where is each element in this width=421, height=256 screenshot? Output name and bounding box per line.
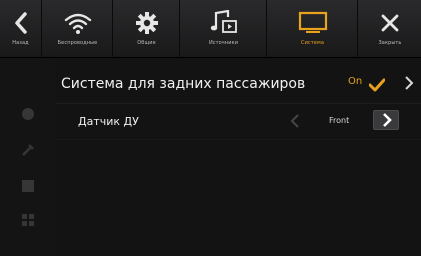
setting-value: On xyxy=(348,76,363,87)
tab-close[interactable]: Закрыть xyxy=(359,0,421,58)
tool-icon xyxy=(22,144,34,156)
chevron-right-icon xyxy=(405,76,414,90)
setting-value: Front xyxy=(329,116,350,125)
tab-label: Назад xyxy=(12,40,29,46)
settings-screen: Назад Беспроводные Общие Источники Систе… xyxy=(0,0,421,256)
tab-label: Общие xyxy=(137,40,156,46)
tab-sources[interactable]: Источники xyxy=(181,0,267,58)
music-source-icon xyxy=(210,10,237,33)
tab-system[interactable]: Система xyxy=(268,0,358,58)
setting-label: Датчик ДУ xyxy=(78,115,139,128)
top-navigation-bar: Назад Беспроводные Общие Источники Систе… xyxy=(0,0,421,58)
back-icon xyxy=(14,12,27,34)
close-icon xyxy=(381,14,399,32)
chevron-right-icon xyxy=(383,113,392,127)
grid-icon xyxy=(22,214,34,226)
next-button[interactable] xyxy=(373,110,399,130)
tab-wireless[interactable]: Беспроводные xyxy=(43,0,113,58)
tab-label: Беспроводные xyxy=(57,40,98,46)
settings-list: Система для задних пассажиров On Датчик … xyxy=(56,58,421,256)
gear-icon xyxy=(135,12,158,34)
tab-back[interactable]: Назад xyxy=(0,0,42,58)
setting-row-rear-system[interactable]: Система для задних пассажиров On xyxy=(56,68,421,104)
tab-label: Источники xyxy=(208,40,239,46)
list-icon xyxy=(22,180,34,192)
checkmark-icon xyxy=(369,78,385,92)
tab-general[interactable]: Общие xyxy=(114,0,180,58)
tab-label: Система xyxy=(300,40,324,46)
previous-button[interactable] xyxy=(284,110,306,132)
setting-label: Система для задних пассажиров xyxy=(61,76,306,92)
tab-label: Закрыть xyxy=(378,40,402,46)
circle-icon xyxy=(22,108,34,120)
wifi-icon xyxy=(64,13,91,34)
monitor-icon xyxy=(298,11,327,33)
left-sidebar xyxy=(0,58,56,256)
setting-row-remote-sensor: Датчик ДУ Front xyxy=(56,104,421,140)
